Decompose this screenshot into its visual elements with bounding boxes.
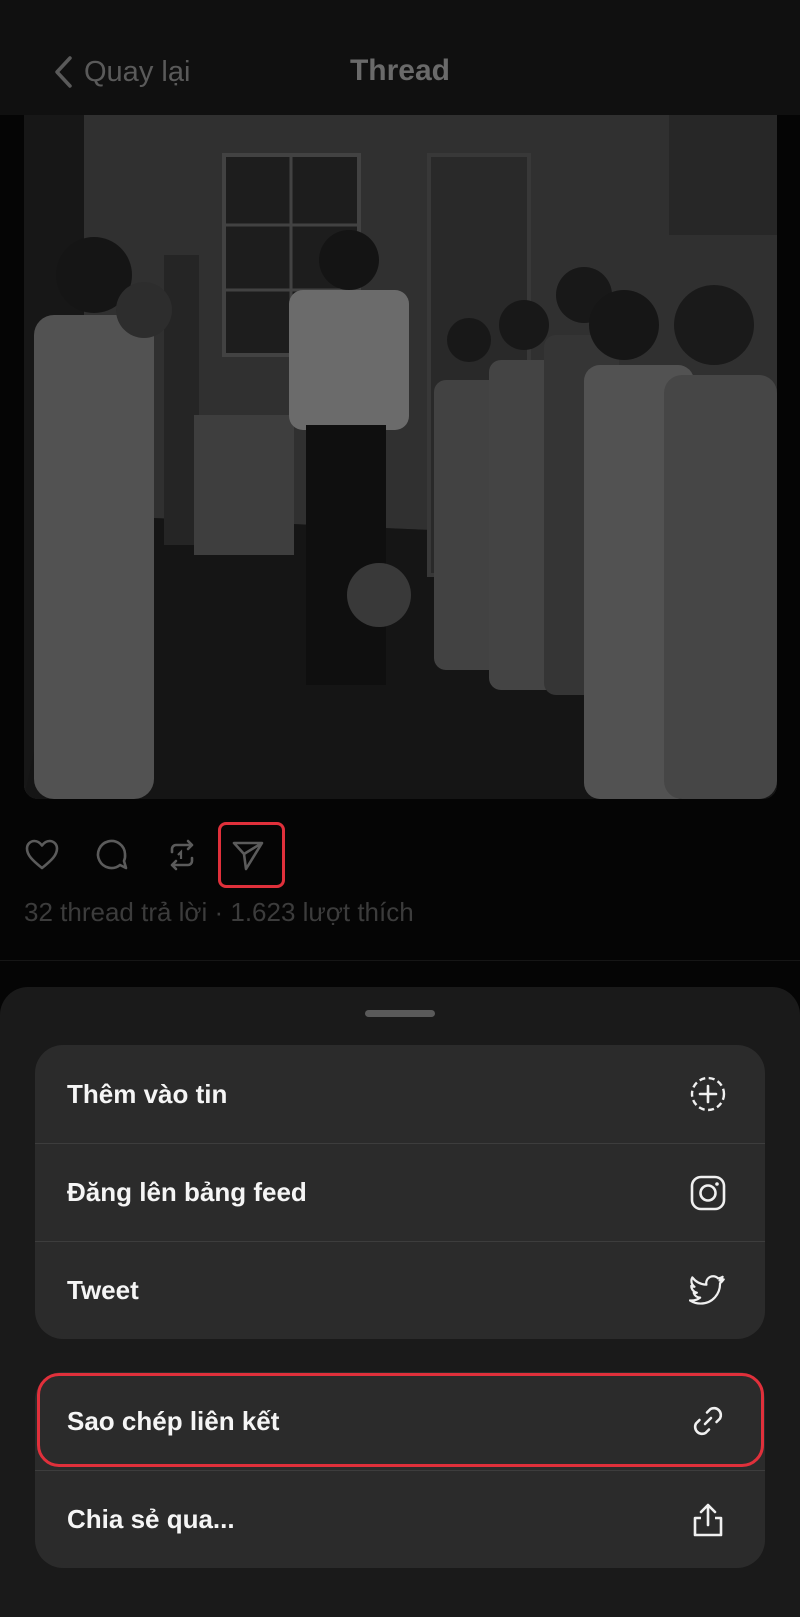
option-label: Chia sẻ qua... <box>67 1504 235 1534</box>
page-title: Thread <box>349 54 451 87</box>
share-button-highlight <box>218 822 285 888</box>
repost-icon <box>170 839 194 871</box>
top-nav-bar: Quay lại Thread <box>0 0 800 115</box>
add-circle-icon <box>689 1075 727 1113</box>
share-options-group: Thêm vào tin Đăng lên bảng feed Tweet <box>35 1045 765 1339</box>
option-label: Tweet <box>67 1275 139 1305</box>
option-label: Thêm vào tin <box>67 1078 228 1109</box>
tweet-option[interactable]: Tweet <box>35 1241 765 1339</box>
share-out-icon <box>689 1501 727 1539</box>
twitter-icon <box>689 1272 727 1310</box>
photo-illustration <box>24 115 777 799</box>
add-to-story-option[interactable]: Thêm vào tin <box>35 1045 765 1143</box>
post-stats: 32 thread trả lời · 1.623 lượt thích <box>24 897 414 927</box>
share-sheet: Thêm vào tin Đăng lên bảng feed Tweet Sa… <box>0 987 800 1617</box>
sheet-drag-handle[interactable] <box>365 1010 435 1017</box>
repost-button[interactable] <box>164 837 200 873</box>
post-to-feed-option[interactable]: Đăng lên bảng feed <box>35 1143 765 1241</box>
heart-icon <box>25 839 59 870</box>
post-photo[interactable] <box>24 115 777 799</box>
share-via-option[interactable]: Chia sẻ qua... <box>35 1470 765 1568</box>
copy-link-highlight <box>37 1373 764 1467</box>
option-label: Đăng lên bảng feed <box>67 1177 307 1207</box>
like-button[interactable] <box>24 837 60 873</box>
comment-icon <box>96 839 128 870</box>
divider <box>0 960 800 961</box>
instagram-icon <box>689 1174 727 1212</box>
reply-button[interactable] <box>94 837 130 873</box>
